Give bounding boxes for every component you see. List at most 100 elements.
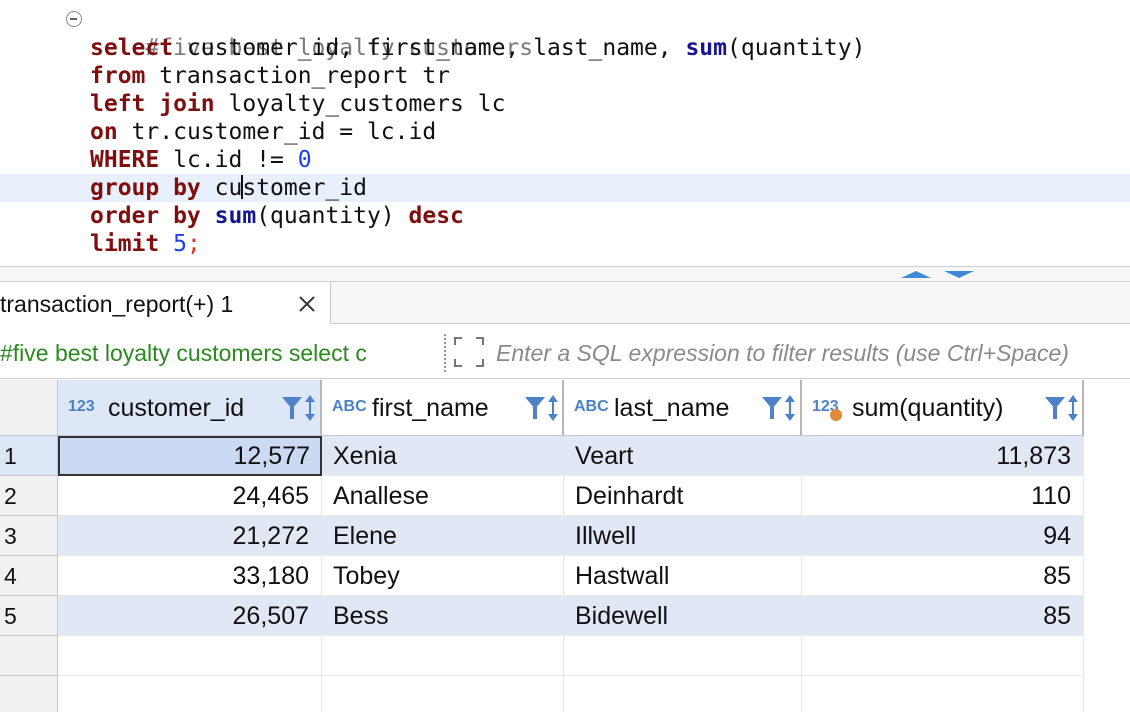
cell-customer-id[interactable]: 26,507 <box>58 596 322 636</box>
column-header-first-name[interactable]: ABC first_name <box>322 380 564 436</box>
text-type-icon: ABC <box>332 398 367 415</box>
sql-function: sum <box>214 203 257 229</box>
sql-keyword: on <box>90 119 118 145</box>
cell-last-name[interactable]: Veart <box>564 436 802 476</box>
row-number[interactable]: 1 <box>0 436 58 476</box>
cell-first-name[interactable]: Anallese <box>322 476 564 516</box>
sql-keyword: order by <box>90 203 201 229</box>
empty-cell <box>322 636 564 676</box>
tab-label: transaction_report(+) 1 <box>0 291 234 317</box>
table-row[interactable]: 2 24,465 Anallese Deinhardt 110 <box>0 476 1130 516</box>
code-line-where: WHERE lc.id != 0 <box>90 146 312 174</box>
empty-cell <box>58 676 322 712</box>
cell-sum-quantity[interactable]: 85 <box>802 596 1084 636</box>
cell-first-name[interactable]: Xenia <box>322 436 564 476</box>
filter-sort-icon[interactable] <box>282 395 316 423</box>
sql-number: 5 <box>173 231 187 257</box>
close-icon[interactable] <box>298 295 316 313</box>
sql-text: cu <box>200 175 243 201</box>
sql-keyword: select <box>90 35 174 61</box>
sql-keyword: group by <box>90 175 201 201</box>
empty-row <box>0 636 1130 676</box>
query-text-label[interactable]: #five best loyalty customers select c <box>0 340 440 367</box>
filter-input[interactable] <box>496 335 1130 371</box>
sql-editor[interactable]: #five best loyalty customers select cust… <box>0 0 1130 268</box>
filter-sort-icon[interactable] <box>1045 395 1079 423</box>
numeric-type-icon: 123 <box>68 398 95 415</box>
sql-text: lc.id != <box>159 147 298 173</box>
filter-sort-icon[interactable] <box>525 395 559 423</box>
calculated-column-dot-icon <box>830 409 842 421</box>
table-row[interactable]: 5 26,507 Bess Bidewell 85 <box>0 596 1130 636</box>
column-name: sum(quantity) <box>852 394 1004 422</box>
maximize-editor-arrow-up-icon[interactable] <box>901 271 931 278</box>
cell-sum-quantity[interactable]: 11,873 <box>802 436 1084 476</box>
results-grid[interactable]: 123 customer_id ABC first_name ABC last_… <box>0 380 1130 712</box>
code-line-select: select customer_id, first_name, last_nam… <box>90 34 865 62</box>
divider <box>444 334 446 372</box>
grid-header: 123 customer_id ABC first_name ABC last_… <box>0 380 1130 436</box>
row-number[interactable]: 2 <box>0 476 58 516</box>
code-line-comment: #five best loyalty customers <box>90 6 533 61</box>
sql-number: 0 <box>297 147 312 173</box>
cell-customer-id[interactable]: 12,577 <box>58 436 322 476</box>
empty-cell <box>564 636 802 676</box>
row-number <box>0 676 58 712</box>
results-tab-bar: transaction_report(+) 1 <box>0 282 1130 324</box>
empty-cell <box>802 676 1084 712</box>
cell-last-name[interactable]: Bidewell <box>564 596 802 636</box>
tab-transaction-report[interactable]: transaction_report(+) 1 <box>0 282 331 324</box>
table-row[interactable]: 4 33,180 Tobey Hastwall 85 <box>0 556 1130 596</box>
row-number[interactable]: 5 <box>0 596 58 636</box>
empty-cell <box>564 676 802 712</box>
cell-first-name[interactable]: Tobey <box>322 556 564 596</box>
sql-text: loyalty_customers lc <box>214 91 506 117</box>
row-number <box>0 636 58 676</box>
code-line-order-by: order by sum(quantity) desc <box>90 202 464 230</box>
cell-sum-quantity[interactable]: 85 <box>802 556 1084 596</box>
cell-sum-quantity[interactable]: 110 <box>802 476 1084 516</box>
code-line-on: on tr.customer_id = lc.id <box>90 118 436 146</box>
code-line-group-by: group by customer_id <box>0 174 1130 202</box>
panel-splitter[interactable] <box>0 266 1130 282</box>
column-name: customer_id <box>108 394 245 422</box>
empty-cell <box>802 636 1084 676</box>
expand-filter-icon[interactable] <box>454 337 484 367</box>
collapse-fold-icon[interactable] <box>66 11 82 27</box>
corner-cell[interactable] <box>0 380 58 436</box>
filter-bar: #five best loyalty customers select c <box>0 329 1130 379</box>
sql-keyword: limit <box>90 231 160 257</box>
cell-last-name[interactable]: Deinhardt <box>564 476 802 516</box>
cell-customer-id[interactable]: 24,465 <box>58 476 322 516</box>
sql-text: (quantity) <box>727 35 866 61</box>
cell-sum-quantity[interactable]: 94 <box>802 516 1084 556</box>
sql-function: sum <box>685 35 727 61</box>
cell-customer-id[interactable]: 21,272 <box>58 516 322 556</box>
filter-sort-icon[interactable] <box>762 395 796 423</box>
sql-keyword: desc <box>408 203 464 229</box>
sql-keyword: WHERE <box>90 147 160 173</box>
column-header-last-name[interactable]: ABC last_name <box>564 380 802 436</box>
sql-keyword: left join <box>90 91 215 117</box>
cell-customer-id[interactable]: 33,180 <box>58 556 322 596</box>
code-line-join: left join loyalty_customers lc <box>90 90 505 118</box>
cell-first-name[interactable]: Elene <box>322 516 564 556</box>
cell-first-name[interactable]: Bess <box>322 596 564 636</box>
sql-semicolon: ; <box>186 231 201 257</box>
cell-last-name[interactable]: Illwell <box>564 516 802 556</box>
empty-cell <box>58 636 322 676</box>
row-number[interactable]: 4 <box>0 556 58 596</box>
sql-text: stomer_id <box>242 175 367 201</box>
sql-text: customer_id, first_name, last_name, <box>173 35 686 61</box>
text-type-icon: ABC <box>574 398 609 415</box>
row-number[interactable]: 3 <box>0 516 58 556</box>
column-header-sum-quantity[interactable]: 123 sum(quantity) <box>802 380 1084 436</box>
cell-last-name[interactable]: Hastwall <box>564 556 802 596</box>
maximize-results-arrow-down-icon[interactable] <box>944 271 974 278</box>
empty-row <box>0 676 1130 712</box>
table-row[interactable]: 3 21,272 Elene Illwell 94 <box>0 516 1130 556</box>
table-row[interactable]: 1 12,577 Xenia Veart 11,873 <box>0 436 1130 476</box>
column-header-customer-id[interactable]: 123 customer_id <box>58 380 322 436</box>
sql-text: transaction_report tr <box>145 63 451 89</box>
sql-keyword: from <box>90 63 146 89</box>
